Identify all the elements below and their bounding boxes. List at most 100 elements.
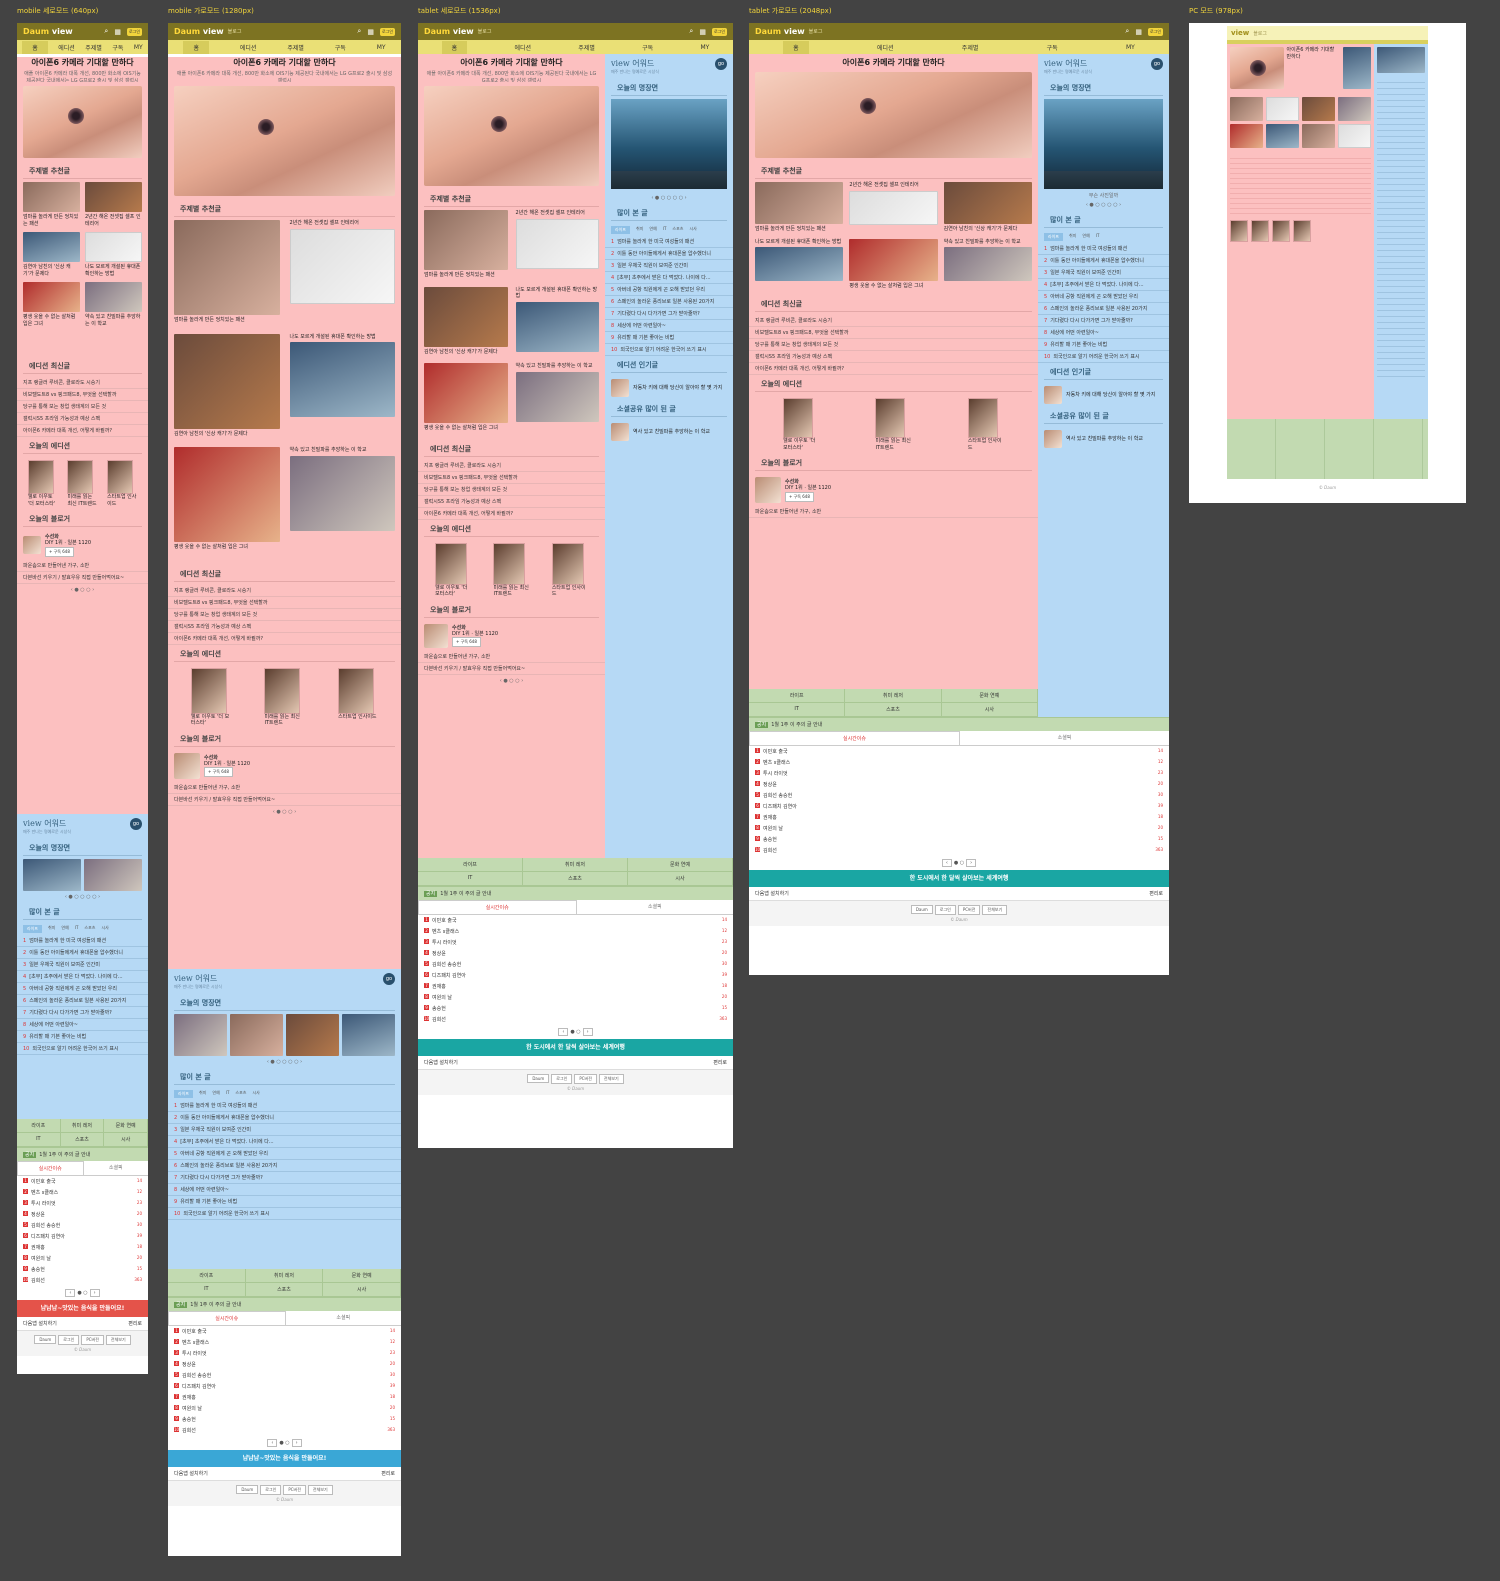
famous-image[interactable]	[611, 99, 727, 189]
edition-item[interactable]: 스타트업 인사이드	[338, 667, 378, 727]
rank-item[interactable]: 10 김희선 363	[418, 1014, 733, 1025]
rank-item[interactable]: 7 권재홍 18	[168, 1392, 401, 1403]
rank-item[interactable]: 4 정상윤 20	[168, 1359, 401, 1370]
edition-item[interactable]: 스타트업 인사이드	[967, 398, 1004, 451]
list-item[interactable]: 6 스페인의 놀라운 풍리브로 일본 사용된 20가지	[605, 296, 733, 308]
search-icon[interactable]: ⌕	[104, 27, 108, 36]
list-item[interactable]: 비보텔도트8 vs 핑크패드8, 무엇을 선택할까	[418, 472, 605, 484]
rank-item[interactable]: 2 벤츠 s클래스 12	[749, 757, 1169, 768]
footer-link[interactable]: PC버전	[574, 1074, 597, 1084]
rank-item[interactable]: 3 투시 라이엇 23	[418, 937, 733, 948]
tab-realtime[interactable]: 실시간이슈	[168, 1311, 286, 1325]
thumbnail[interactable]	[230, 1014, 283, 1056]
list-item[interactable]: 6 스페인의 놀라운 풍리브로 일본 사용된 20가지	[1038, 303, 1169, 315]
rank-item[interactable]: 5 김희선 송승헌 30	[749, 790, 1169, 801]
promo-banner[interactable]: 냠냠냠~맛있는 음식을 만들어요!	[168, 1450, 401, 1467]
tab-ent[interactable]: 연예	[649, 226, 656, 234]
search-icon[interactable]: ⌕	[1125, 27, 1129, 36]
topic-card[interactable]: 약속 있고 친밀파를 추앙하는 이 학교	[943, 239, 1032, 290]
topic-card[interactable]: 김연아 남친의 '신상 캐기'가 문제다	[174, 333, 280, 438]
footer-link[interactable]: 전체보기	[982, 905, 1008, 915]
thumbnail[interactable]	[23, 859, 81, 891]
edition-item[interactable]: 미래를 읽는 최신 IT트렌드	[875, 398, 911, 451]
tab-ent[interactable]: 연예	[212, 1090, 219, 1098]
tab-hobby[interactable]: 취미	[1069, 233, 1076, 241]
daum-logo[interactable]: Daum view	[755, 27, 805, 36]
footer-link[interactable]: Daum	[34, 1335, 57, 1344]
tab-life[interactable]: 라이프	[23, 925, 43, 933]
hero-image[interactable]	[755, 72, 1032, 158]
thumbnail[interactable]	[1343, 47, 1371, 89]
list-item[interactable]: 3 일본 우체국 직원이 보여준 인간미	[605, 260, 733, 272]
category-news[interactable]: 시사	[104, 1133, 148, 1147]
hero-image[interactable]	[174, 86, 395, 196]
list-item[interactable]: 3 일본 우체국 직원이 보여준 인간미	[168, 1124, 401, 1136]
notice-bar[interactable]: 공지 1월 1주 이 주의 글 안내	[168, 1297, 401, 1311]
footer-link[interactable]: 전체보기	[307, 1485, 333, 1495]
subscribe-button[interactable]: + 구독 648	[452, 637, 481, 648]
category-it[interactable]: IT	[168, 1283, 246, 1297]
edition-item[interactable]: 웰로 이우토 '더 모터스타'	[190, 667, 231, 727]
tab-topic[interactable]: 주제별	[85, 43, 102, 52]
edition-item[interactable]: 웰로 이우토 '더 모터스타'	[27, 460, 58, 507]
rank-item[interactable]: 3 투시 라이엇 23	[168, 1348, 401, 1359]
rank-item[interactable]: 7 권재홍 18	[749, 812, 1169, 823]
rank-item[interactable]: 1 이민호 출국 14	[168, 1326, 401, 1337]
list-item[interactable]: 3 일본 우체국 직원이 보여준 인간미	[17, 959, 148, 971]
pagination[interactable]: ‹ ● ○ ›	[168, 1436, 401, 1450]
list-item[interactable]: 8 세상에 어떤 아련일아~	[1038, 327, 1169, 339]
list-item[interactable]: 8 세상에 어떤 아련일아~	[17, 1019, 148, 1031]
tab-subscribe[interactable]: 구독	[642, 43, 653, 52]
search-icon[interactable]: ⌕	[689, 27, 693, 36]
view-word-title[interactable]: view 어워드	[611, 58, 727, 69]
topic-card[interactable]: 2년간 해온 전셋집 셀프 인테리어	[85, 182, 142, 227]
rank-item[interactable]: 5 김희선 송승헌 30	[418, 959, 733, 970]
edition-item[interactable]: 미래를 읽는 최신 IT트렌드	[67, 460, 97, 507]
footer-link[interactable]: PC버전	[81, 1335, 104, 1345]
tab-edition[interactable]: 에디션	[877, 43, 894, 52]
topic-card[interactable]: 김연아 남친의 '신상 캐기'가 문제다	[23, 232, 80, 277]
thumbnail[interactable]	[342, 1014, 395, 1056]
rank-item[interactable]: 1 이민호 출국 14	[418, 915, 733, 926]
search-icon[interactable]: ⌕	[357, 27, 361, 36]
app-install-bar[interactable]: 다음앱 설치하기 편리로	[749, 887, 1169, 901]
tab-home[interactable]: 홈	[22, 40, 48, 54]
pagination[interactable]: ‹ ● ○ ›	[17, 1286, 148, 1300]
go-button[interactable]: go	[130, 818, 142, 830]
list-item[interactable]: 파운솜으로 만들어낸 가구, 소반	[168, 782, 401, 794]
rank-item[interactable]: 6 디즈패치 김연아 39	[17, 1231, 148, 1242]
rank-item[interactable]: 8 여원의 날 20	[418, 992, 733, 1003]
rank-item[interactable]: 10 김희선 363	[17, 1275, 148, 1286]
login-button[interactable]: 로그인	[126, 27, 142, 36]
list-item[interactable]: 지프 랭글러 루비콘, 클로라도 시승기	[418, 460, 605, 472]
list-item[interactable]: 7 기다렸다 다시 다가가면 그가 받아줄까?	[605, 308, 733, 320]
notice-bar[interactable]: 공지 1월 1주 이 주의 글 안내	[418, 886, 733, 900]
rank-item[interactable]: 7 권재홍 18	[418, 981, 733, 992]
list-item[interactable]: 10 외국인으로 알기 어려운 한국어 쓰기 표시	[17, 1043, 148, 1055]
rank-item[interactable]: 2 벤츠 s클래스 12	[418, 926, 733, 937]
thumbnail[interactable]	[1338, 97, 1371, 121]
topic-card[interactable]: 나도 모르게 개설된 휴대폰 확인하는 방법	[755, 239, 844, 290]
rank-item[interactable]: 9 송승헌 15	[418, 1003, 733, 1014]
topic-card[interactable]: 엄마를 놀라게 만든 엉치있는 패션	[755, 182, 844, 233]
edition-item[interactable]: 스타트업 인사이드	[107, 460, 137, 507]
login-button[interactable]: 로그인	[1147, 27, 1163, 36]
list-item[interactable]: 9 유리할 때 기본 좋아는 비법	[17, 1031, 148, 1043]
list-item[interactable]: 5 아버네 공항 직원에게 곤 오해 받았던 우리	[17, 983, 148, 995]
headline-title[interactable]: 아이폰6 카메라 기대할 만하다	[168, 57, 401, 68]
category-culture[interactable]: 문화 연예	[104, 1119, 148, 1133]
view-logo[interactable]: view	[1231, 29, 1249, 37]
tab-home[interactable]: 홈	[783, 40, 809, 54]
category-life[interactable]: 라이프	[168, 1269, 246, 1283]
tab-ent[interactable]: 연예	[61, 925, 68, 933]
category-hobby[interactable]: 취미 레저	[60, 1119, 105, 1133]
topic-card[interactable]: 평생 웃을 수 없는 살처럼 입은 그녀	[23, 282, 80, 327]
thumbnail[interactable]	[1338, 124, 1371, 148]
hero-image[interactable]	[23, 86, 142, 158]
category-life[interactable]: 라이프	[418, 858, 523, 872]
tab-subscribe[interactable]: 구독	[1047, 43, 1058, 52]
app-install-bar[interactable]: 다음앱 설치하기 편리로	[17, 1317, 148, 1331]
tab-socialpick[interactable]: 소셜픽	[84, 1161, 149, 1175]
daum-logo[interactable]: Daum view	[23, 27, 73, 36]
tab-my[interactable]: MY	[700, 44, 709, 51]
